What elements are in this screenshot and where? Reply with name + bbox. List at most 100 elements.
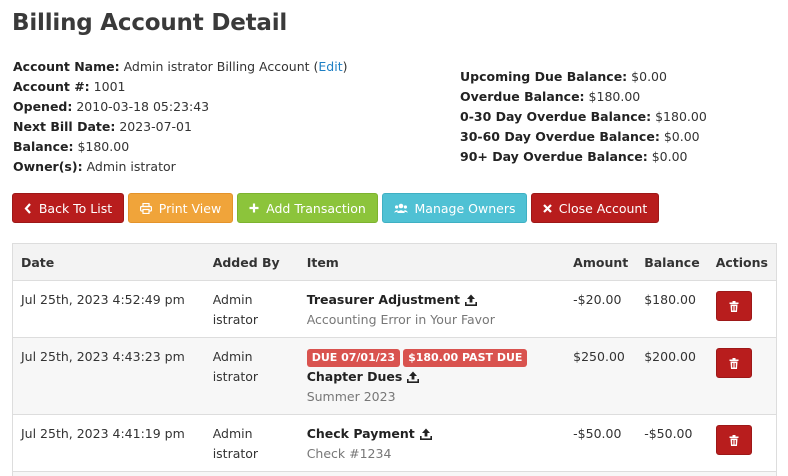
- added-by-line1: Admin: [212, 349, 253, 364]
- item-title: Chapter Dues: [306, 369, 403, 384]
- balance-summary: Upcoming Due Balance: $0.00 Overdue Bala…: [460, 67, 707, 167]
- upload-icon[interactable]: [419, 428, 432, 440]
- add-transaction-label: Add Transaction: [266, 200, 366, 216]
- back-to-list-label: Back To List: [38, 200, 113, 216]
- cell-amount: -$50.00: [565, 414, 637, 472]
- item-subtitle: Accounting Error in Your Favor: [306, 312, 495, 327]
- cell-item: DUE 07/01/23 $180.00 PAST DUE Chapter Due…: [298, 337, 566, 415]
- account-number-value: 1001: [93, 79, 126, 94]
- owners-label: Owner(s):: [13, 159, 83, 174]
- cell-actions: [707, 280, 777, 338]
- manage-owners-label: Manage Owners: [414, 200, 516, 216]
- account-name-value: Admin istrator Billing Account: [123, 59, 310, 74]
- back-to-list-button[interactable]: Back To List: [12, 193, 124, 223]
- overdue-90-row: 90+ Day Overdue Balance: $0.00: [460, 147, 707, 167]
- balance-label: Balance:: [13, 139, 74, 154]
- opened-value: 2010-03-18 05:23:43: [76, 99, 210, 114]
- print-view-label: Print View: [158, 200, 222, 216]
- delete-button[interactable]: [715, 291, 752, 321]
- edit-paren-close: ): [342, 59, 348, 74]
- header-balance: Balance: [636, 243, 708, 281]
- cell-amount: -$20.00: [565, 280, 637, 338]
- item-subtitle: Check #1234: [306, 446, 392, 461]
- delete-button[interactable]: [715, 348, 752, 378]
- edit-account-link[interactable]: Edit: [318, 59, 342, 74]
- cell-balance: $180.00: [636, 280, 708, 338]
- x-icon: [542, 203, 552, 213]
- account-number-label: Account #:: [13, 79, 90, 94]
- opened-label: Opened:: [13, 99, 73, 114]
- header-date: Date: [12, 243, 205, 281]
- plus-icon: [249, 203, 259, 213]
- overdue-value: $180.00: [588, 89, 641, 104]
- upcoming-due-value: $0.00: [631, 69, 667, 84]
- header-item: Item: [298, 243, 566, 281]
- cell-date: Jul 25th, 2023 4:43:23 pm: [12, 337, 205, 415]
- cell-amount: $250.00: [565, 337, 637, 415]
- trash-icon: [729, 357, 739, 369]
- cell-actions: [707, 414, 777, 472]
- print-icon: [139, 202, 152, 214]
- cell-added-by: Admin istrator: [204, 280, 299, 338]
- account-info: Account Name: Admin istrator Billing Acc…: [13, 57, 348, 177]
- table-row: Jul 25th, 2023 4:41:19 pm Admin istrator…: [12, 414, 777, 472]
- account-number-row: Account #: 1001: [13, 77, 348, 97]
- print-view-button[interactable]: Print View: [128, 193, 233, 223]
- cell-added-by: Admin istrator: [204, 414, 299, 472]
- cell-added-by: Admin istrator: [204, 337, 299, 415]
- upload-icon[interactable]: [465, 294, 478, 306]
- add-transaction-button[interactable]: Add Transaction: [237, 193, 378, 223]
- chevron-left-icon: [24, 202, 32, 214]
- added-by-line2: istrator: [212, 446, 259, 461]
- added-by-line1: Admin: [212, 292, 253, 307]
- past-due-badge: $180.00 PAST DUE: [403, 349, 528, 367]
- item-title-wrap: Chapter Dues: [307, 367, 420, 387]
- item-title: Treasurer Adjustment: [306, 292, 461, 307]
- badge-row: DUE 07/01/23 $180.00 PAST DUE: [306, 347, 557, 367]
- overdue-30-60-row: 30-60 Day Overdue Balance: $0.00: [460, 127, 707, 147]
- close-account-button[interactable]: Close Account: [531, 193, 659, 223]
- cell-actions: [707, 337, 777, 415]
- trash-icon: [729, 434, 739, 446]
- header-added-by: Added By: [204, 243, 299, 281]
- table-row: Jul 25th, 2023 4:52:49 pm Admin istrator…: [12, 280, 777, 338]
- item-title: Check Payment: [306, 426, 415, 441]
- next-bill-row: Next Bill Date: 2023-07-01: [13, 117, 348, 137]
- delete-button[interactable]: [715, 425, 752, 455]
- page-title: Billing Account Detail: [12, 10, 288, 36]
- users-icon: [393, 203, 408, 214]
- next-bill-value: 2023-07-01: [119, 119, 192, 134]
- added-by-line2: istrator: [212, 312, 259, 327]
- item-title-wrap: Check Payment: [307, 424, 432, 444]
- added-by-line2: istrator: [212, 369, 259, 384]
- cell-balance: -$50.00: [636, 414, 708, 472]
- trash-icon: [729, 300, 739, 312]
- cell-date: Jul 25th, 2023 4:41:19 pm: [12, 414, 205, 472]
- upload-icon[interactable]: [407, 371, 420, 383]
- table-row-partial: [12, 471, 777, 476]
- owners-value: Admin istrator: [86, 159, 176, 174]
- cell-date: Jul 25th, 2023 4:52:49 pm: [12, 280, 205, 338]
- overdue-90-value: $0.00: [651, 149, 688, 164]
- account-name-label: Account Name:: [13, 59, 120, 74]
- overdue-label: Overdue Balance:: [460, 89, 585, 104]
- overdue-0-30-value: $180.00: [655, 109, 707, 124]
- table-header-row: Date Added By Item Amount Balance Action…: [12, 243, 777, 281]
- manage-owners-button[interactable]: Manage Owners: [382, 193, 527, 223]
- item-title-wrap: Treasurer Adjustment: [306, 290, 478, 310]
- overdue-0-30-label: 0-30 Day Overdue Balance:: [460, 109, 652, 124]
- cell-item: Check Payment Check #1234: [298, 414, 566, 472]
- cell-item: Treasurer Adjustment Accounting Error in…: [298, 280, 566, 338]
- overdue-30-60-value: $0.00: [663, 129, 700, 144]
- table-row: Jul 25th, 2023 4:43:23 pm Admin istrator…: [12, 337, 777, 415]
- added-by-line1: Admin: [212, 426, 253, 441]
- header-amount: Amount: [565, 243, 637, 281]
- due-date-badge: DUE 07/01/23: [306, 349, 401, 367]
- opened-row: Opened: 2010-03-18 05:23:43: [13, 97, 348, 117]
- close-account-label: Close Account: [558, 200, 648, 216]
- item-subtitle: Summer 2023: [306, 389, 396, 404]
- balance-row: Balance: $180.00: [13, 137, 348, 157]
- upcoming-due-label: Upcoming Due Balance:: [460, 69, 628, 84]
- balance-value: $180.00: [77, 139, 130, 154]
- header-actions: Actions: [707, 243, 777, 281]
